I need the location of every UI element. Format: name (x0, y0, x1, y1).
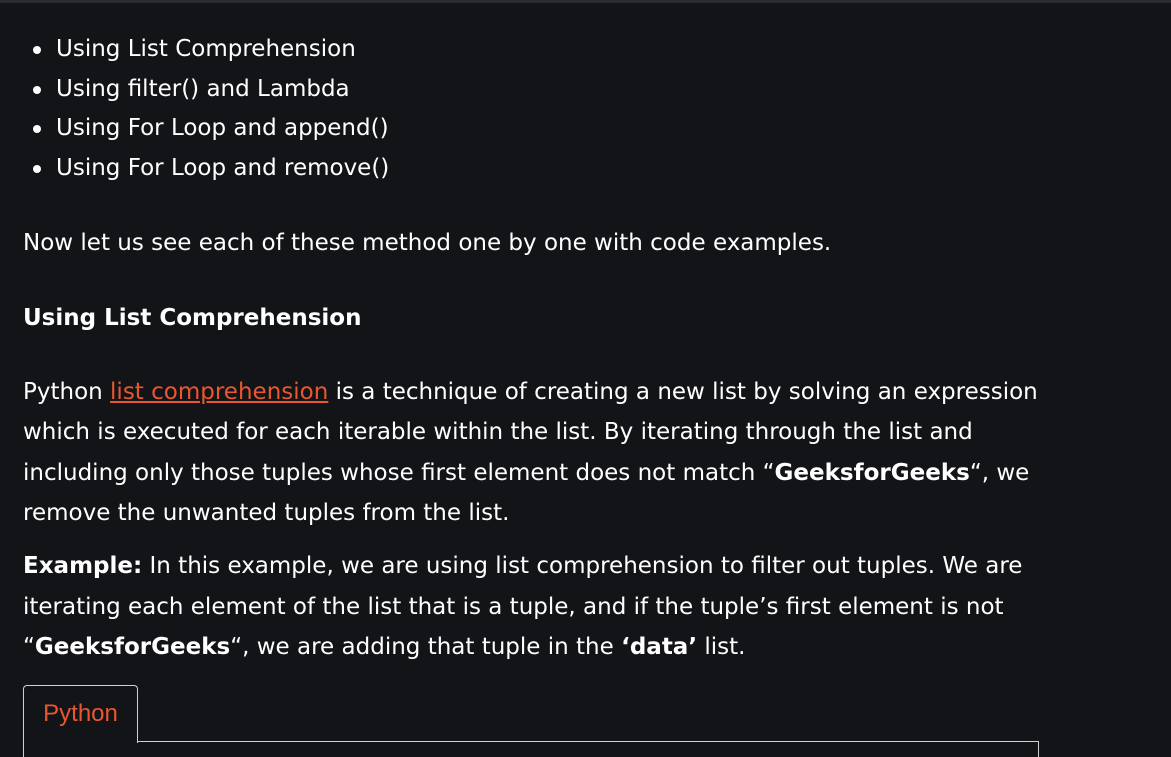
description-text: remove the unwanted tuples from the list… (23, 500, 510, 526)
example-bold-text: GeeksforGeeks (34, 634, 231, 661)
example-text: list. (697, 634, 746, 661)
description-text: is a technique of creating a new list by… (328, 378, 1038, 405)
example-text: iterating each element of the list that … (23, 593, 1004, 620)
article-content: Using List Comprehension Using filter() … (23, 30, 1039, 668)
list-item: Using For Loop and remove() (23, 149, 1039, 189)
section-heading: Using List Comprehension (23, 304, 362, 331)
bullet-icon (33, 125, 41, 134)
bullet-icon (33, 85, 41, 94)
description-bold-text: GeeksforGeeks (774, 459, 970, 486)
list-item: Using filter() and Lambda (23, 70, 1039, 110)
description-text: Python (23, 378, 111, 405)
list-item: Using List Comprehension (23, 30, 1039, 70)
example-text: In this example, we are using list compr… (142, 553, 1023, 580)
description-text: including only those tuples whose first … (23, 459, 775, 486)
code-block (23, 741, 1039, 757)
bullet-icon (33, 164, 41, 173)
code-tabs: Python (23, 685, 1039, 757)
top-border (0, 0, 1171, 3)
tab-python[interactable]: Python (23, 685, 138, 743)
bullet-icon (33, 46, 41, 54)
example-bold-text: ‘data’ (621, 634, 698, 661)
example-text: “, we are adding that tuple in the (230, 634, 622, 661)
intro-paragraph: Now let us see each of these method one … (23, 230, 832, 257)
description-paragraph: Python list comprehension is a technique… (23, 372, 1039, 534)
list-item-label: Using For Loop and remove() (56, 154, 390, 181)
list-comprehension-link[interactable]: list comprehension (110, 379, 328, 405)
example-text: “ (23, 634, 35, 661)
list-item-label: Using List Comprehension (56, 36, 356, 62)
description-text: which is executed for each iterable with… (23, 419, 973, 446)
list-item: Using For Loop and append() (23, 109, 1039, 149)
example-label: Example: (23, 553, 143, 580)
list-item-label: Using filter() and Lambda (56, 75, 350, 102)
description-text: “, we (969, 459, 1030, 486)
example-paragraph: Example: In this example, we are using l… (23, 546, 1039, 667)
list-item-label: Using For Loop and append() (56, 115, 389, 142)
methods-list: Using List Comprehension Using filter() … (23, 30, 1039, 188)
